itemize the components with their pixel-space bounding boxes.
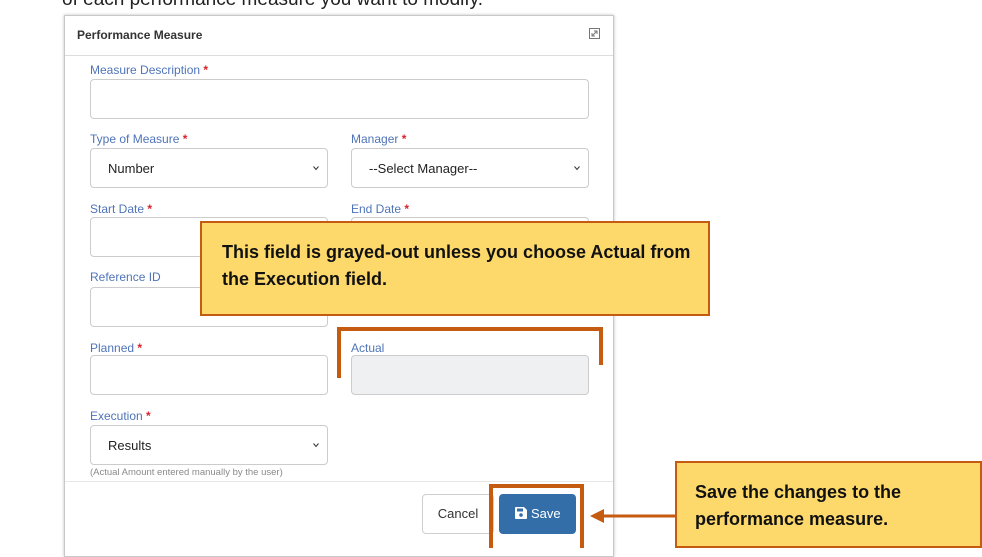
save-callout: Save the changes to the performance meas… [675,461,982,548]
required-mark: * [203,63,209,77]
label-text: Start Date [90,202,145,216]
required-mark: * [146,409,151,423]
label-text: Execution [90,409,143,423]
select-value: Number [108,161,155,176]
label-text: Reference ID [90,270,161,284]
reference-id-label: Reference ID [90,270,161,284]
actual-highlight-frame-right [599,327,603,365]
type-of-measure-label: Type of Measure * [90,132,187,146]
select-value: --Select Manager-- [369,161,478,176]
manager-select[interactable]: --Select Manager-- [351,148,589,188]
required-mark: * [182,132,188,146]
required-mark: * [137,341,143,355]
execution-hint: (Actual Amount entered manually by the u… [90,467,283,478]
actual-highlight-frame-top [337,327,603,331]
start-date-label: Start Date * [90,202,152,216]
type-of-measure-select[interactable]: Number [90,148,328,188]
modal-footer-divider [65,481,613,482]
label-text: Actual [351,341,385,355]
label-text: End Date [351,202,402,216]
arrow-left-icon [590,509,678,523]
expand-icon[interactable] [589,28,600,39]
manager-label: Manager * [351,132,406,146]
label-text: Type of Measure [90,132,180,146]
required-mark: * [404,202,410,216]
chevron-down-icon [313,166,319,171]
actual-label: Actual [351,341,384,355]
execution-label: Execution * [90,409,151,423]
save-highlight-frame [489,484,584,548]
chevron-down-icon [313,443,319,448]
modal-header: Performance Measure [65,16,613,56]
planned-field[interactable] [90,355,328,395]
cancel-button[interactable]: Cancel [422,494,494,534]
actual-field-callout: This field is grayed-out unless you choo… [200,221,710,316]
background-instruction-text: of each performance measure you want to … [62,0,483,11]
required-mark: * [401,132,407,146]
label-text: Manager [351,132,399,146]
execution-select[interactable]: Results [90,425,328,465]
select-value: Results [108,438,152,453]
end-date-label: End Date * [351,202,409,216]
label-text: Planned [90,341,135,355]
required-mark: * [147,202,153,216]
modal-title: Performance Measure [77,28,203,42]
actual-field [351,355,589,395]
chevron-down-icon [574,166,580,171]
planned-label: Planned * [90,341,142,355]
measure-description-field[interactable] [90,79,589,119]
label-text: Measure Description [90,63,201,77]
measure-description-label: Measure Description * [90,63,208,77]
actual-highlight-frame-left [337,327,341,378]
